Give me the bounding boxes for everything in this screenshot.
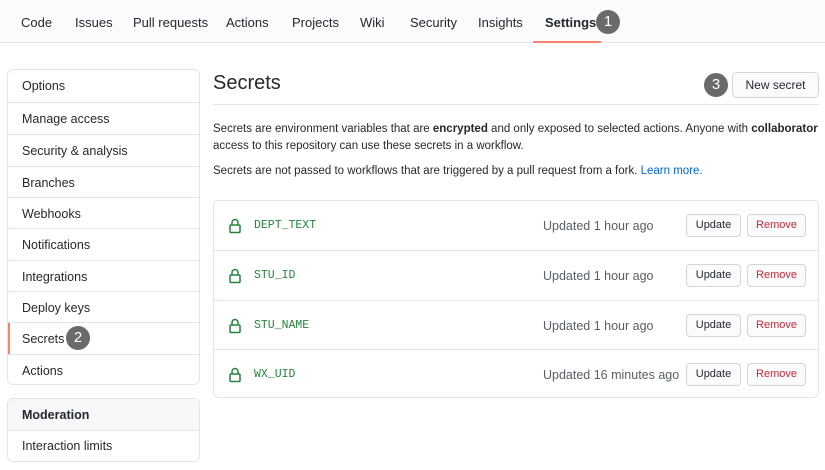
secret-row: WX_UID Updated 16 minutes ago Update Rem… (214, 349, 818, 397)
lock-icon (229, 218, 241, 234)
learn-more-link[interactable]: Learn more. (641, 165, 703, 177)
active-tab-indicator (533, 41, 601, 43)
repo-nav: Code Issues Pull requests Actions Projec… (0, 0, 825, 43)
sidebar-item-actions[interactable]: Actions (8, 354, 199, 384)
tab-insights[interactable]: Insights (478, 0, 523, 43)
sidebar-item-integrations[interactable]: Integrations (8, 260, 199, 291)
update-button[interactable]: Update (686, 314, 741, 337)
secret-name: STU_NAME (254, 319, 310, 332)
remove-button[interactable]: Remove (747, 314, 806, 337)
moderation-panel: Moderation Interaction limits (7, 398, 200, 462)
desc-bold-encrypted: encrypted (432, 123, 488, 135)
annotation-badge-3: 3 (704, 73, 728, 97)
desc-text-1: Secrets are environment variables that a… (213, 123, 433, 135)
update-button[interactable]: Update (686, 363, 741, 386)
desc-text-2: and only exposed to selected actions. An… (487, 123, 752, 135)
update-button[interactable]: Update (686, 214, 741, 237)
secret-row: STU_ID Updated 1 hour ago Update Remove (214, 250, 818, 299)
secret-updated: Updated 1 hour ago (543, 219, 654, 233)
tab-wiki[interactable]: Wiki (360, 0, 385, 43)
desc-bold-collaborator: collaborator (751, 123, 818, 135)
tab-issues[interactable]: Issues (75, 0, 113, 43)
sidebar-item-secrets[interactable]: Secrets (8, 322, 199, 354)
sidebar-item-notifications[interactable]: Notifications (8, 228, 199, 260)
annotation-badge-1: 1 (596, 10, 620, 34)
update-button[interactable]: Update (686, 264, 741, 287)
secret-name: STU_ID (254, 269, 296, 282)
tab-pull-requests[interactable]: Pull requests (133, 0, 208, 43)
title-divider (213, 104, 819, 105)
tab-security[interactable]: Security (410, 0, 457, 43)
secret-updated: Updated 16 minutes ago (543, 368, 680, 382)
new-secret-button[interactable]: New secret (732, 72, 819, 98)
annotation-badge-2: 2 (66, 326, 90, 350)
secret-updated: Updated 1 hour ago (543, 269, 654, 283)
remove-button[interactable]: Remove (747, 363, 806, 386)
tab-code[interactable]: Code (21, 0, 52, 43)
secret-updated: Updated 1 hour ago (543, 319, 654, 333)
tab-settings[interactable]: Settings (545, 0, 596, 43)
sidebar-item-deploy-keys[interactable]: Deploy keys (8, 291, 199, 322)
remove-button[interactable]: Remove (747, 264, 806, 287)
remove-button[interactable]: Remove (747, 214, 806, 237)
sidebar-item-branches[interactable]: Branches (8, 166, 199, 197)
desc-text-3: access to this repository can use these … (213, 140, 524, 152)
sidebar-item-options[interactable]: Options (8, 70, 199, 102)
lock-icon (229, 318, 241, 334)
settings-sidebar: Options Manage access Security & analysi… (7, 69, 200, 385)
secrets-list: DEPT_TEXT Updated 1 hour ago Update Remo… (213, 200, 819, 398)
lock-icon (229, 367, 241, 383)
moderation-heading: Moderation (8, 399, 199, 431)
fork-notice: Secrets are not passed to workflows that… (213, 163, 819, 180)
sidebar-item-security-analysis[interactable]: Security & analysis (8, 134, 199, 166)
secrets-description: Secrets are environment variables that a… (213, 121, 819, 155)
secret-name: WX_UID (254, 368, 296, 381)
secret-row: STU_NAME Updated 1 hour ago Update Remov… (214, 300, 818, 349)
secret-row: DEPT_TEXT Updated 1 hour ago Update Remo… (214, 201, 818, 250)
tab-projects[interactable]: Projects (292, 0, 339, 43)
page-title: Secrets (213, 72, 281, 94)
sidebar-item-webhooks[interactable]: Webhooks (8, 197, 199, 228)
tab-actions[interactable]: Actions (226, 0, 269, 43)
sidebar-item-interaction-limits[interactable]: Interaction limits (8, 431, 199, 461)
secret-name: DEPT_TEXT (254, 219, 317, 232)
sidebar-item-manage-access[interactable]: Manage access (8, 102, 199, 134)
fork-notice-text: Secrets are not passed to workflows that… (213, 165, 641, 177)
lock-icon (229, 268, 241, 284)
